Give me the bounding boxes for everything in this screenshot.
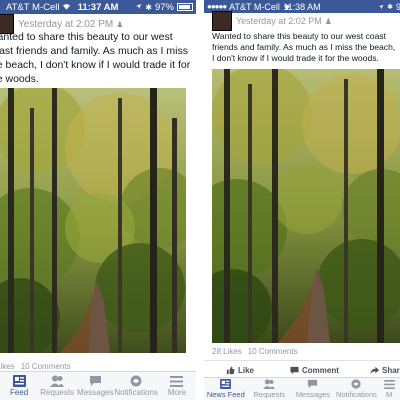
tab-label: Requests: [40, 388, 75, 397]
forest-path-image: [0, 88, 186, 353]
more-icon: [170, 375, 184, 387]
requests-icon: [263, 379, 276, 389]
location-icon: [135, 2, 142, 13]
tab-label: Requests: [253, 390, 286, 399]
right-screenshot: ●●●●● AT&T M-Cell 11:38 AM ✱ 96 Yesterda…: [204, 0, 400, 400]
tab-label: Messages: [77, 388, 114, 397]
tab-label: More: [167, 387, 187, 397]
share-label: Share: [382, 365, 400, 375]
post-text: Wanted to share this beauty to our west …: [0, 31, 191, 85]
tab-notifications[interactable]: Notifications: [335, 378, 379, 400]
share-icon: [370, 366, 379, 374]
like-button[interactable]: Like: [226, 366, 254, 375]
status-bar: AT&T M-Cell 11:37 AM ✱ 97%: [0, 0, 196, 14]
like-label: Like: [238, 365, 255, 375]
forest-path-image: [212, 69, 400, 343]
post-photo[interactable]: [212, 69, 400, 343]
location-icon: [378, 2, 384, 12]
post-timestamp[interactable]: Yesterday at 2:02 PM: [18, 19, 113, 30]
post-timestamp[interactable]: Yesterday at 2:02 PM: [236, 16, 322, 26]
comment-button[interactable]: Comment: [290, 366, 339, 375]
post-stats: 28 Likes 10 Comments: [212, 347, 298, 356]
battery-icon: [177, 3, 193, 11]
comments-count[interactable]: 10 Comments: [248, 347, 298, 356]
tab-news-feed[interactable]: News Feed: [204, 378, 248, 400]
messages-icon: [89, 376, 101, 386]
tab-label: Feed: [9, 388, 29, 397]
news-feed-icon: [220, 379, 232, 389]
tab-requests[interactable]: Requests: [38, 372, 76, 400]
battery-percent: 96: [395, 1, 400, 12]
requests-icon: [50, 375, 65, 387]
tab-label: M: [386, 389, 393, 399]
tab-notifications[interactable]: Notifications: [114, 372, 158, 400]
post-stats: Likes 10 Comments: [0, 362, 70, 371]
likes-count[interactable]: 28 Likes: [212, 347, 242, 356]
tab-label: Notifications: [114, 388, 158, 397]
news-feed-icon: [12, 375, 26, 387]
avatar[interactable]: [212, 11, 232, 31]
post-header: Yesterday at 2:02 PM ♟: [204, 11, 400, 31]
status-time: 11:38 AM: [283, 1, 321, 12]
audience-icon: ♟: [324, 16, 332, 26]
thumbs-up-icon: [226, 365, 235, 374]
tab-label: News Feed: [206, 390, 245, 399]
tab-messages[interactable]: Messages: [76, 372, 114, 400]
comment-label: Comment: [302, 365, 339, 375]
tab-bar: News Feed Requests Messages Notification…: [204, 377, 400, 400]
tab-label: Messages: [295, 390, 330, 399]
audience-icon: ♟: [116, 19, 124, 29]
tab-more[interactable]: M: [378, 378, 400, 400]
tab-label: Notifications: [336, 390, 377, 399]
bluetooth-icon: ✱: [387, 3, 393, 11]
tab-bar: Feed Requests Messages Notifications Mor…: [0, 371, 196, 400]
post-photo[interactable]: [0, 88, 186, 353]
comments-count[interactable]: 10 Comments: [21, 362, 71, 371]
left-screenshot: AT&T M-Cell 11:37 AM ✱ 97% Yesterday at …: [0, 0, 196, 400]
bluetooth-icon: ✱: [145, 2, 152, 12]
tab-news-feed[interactable]: Feed: [0, 372, 38, 400]
battery-percent: 97%: [154, 1, 174, 13]
notifications-icon: [351, 379, 362, 389]
messages-icon: [308, 379, 318, 389]
likes-count[interactable]: Likes: [0, 362, 15, 371]
more-icon: [383, 379, 395, 389]
tab-more[interactable]: More: [158, 372, 196, 400]
comment-icon: [290, 366, 299, 374]
tab-messages[interactable]: Messages: [291, 378, 335, 400]
screenshot-divider: [196, 0, 204, 400]
share-button[interactable]: Share: [370, 366, 400, 375]
post-text: Wanted to share this beauty to our west …: [212, 31, 396, 63]
tab-requests[interactable]: Requests: [248, 378, 292, 400]
notifications-icon: [130, 375, 142, 387]
